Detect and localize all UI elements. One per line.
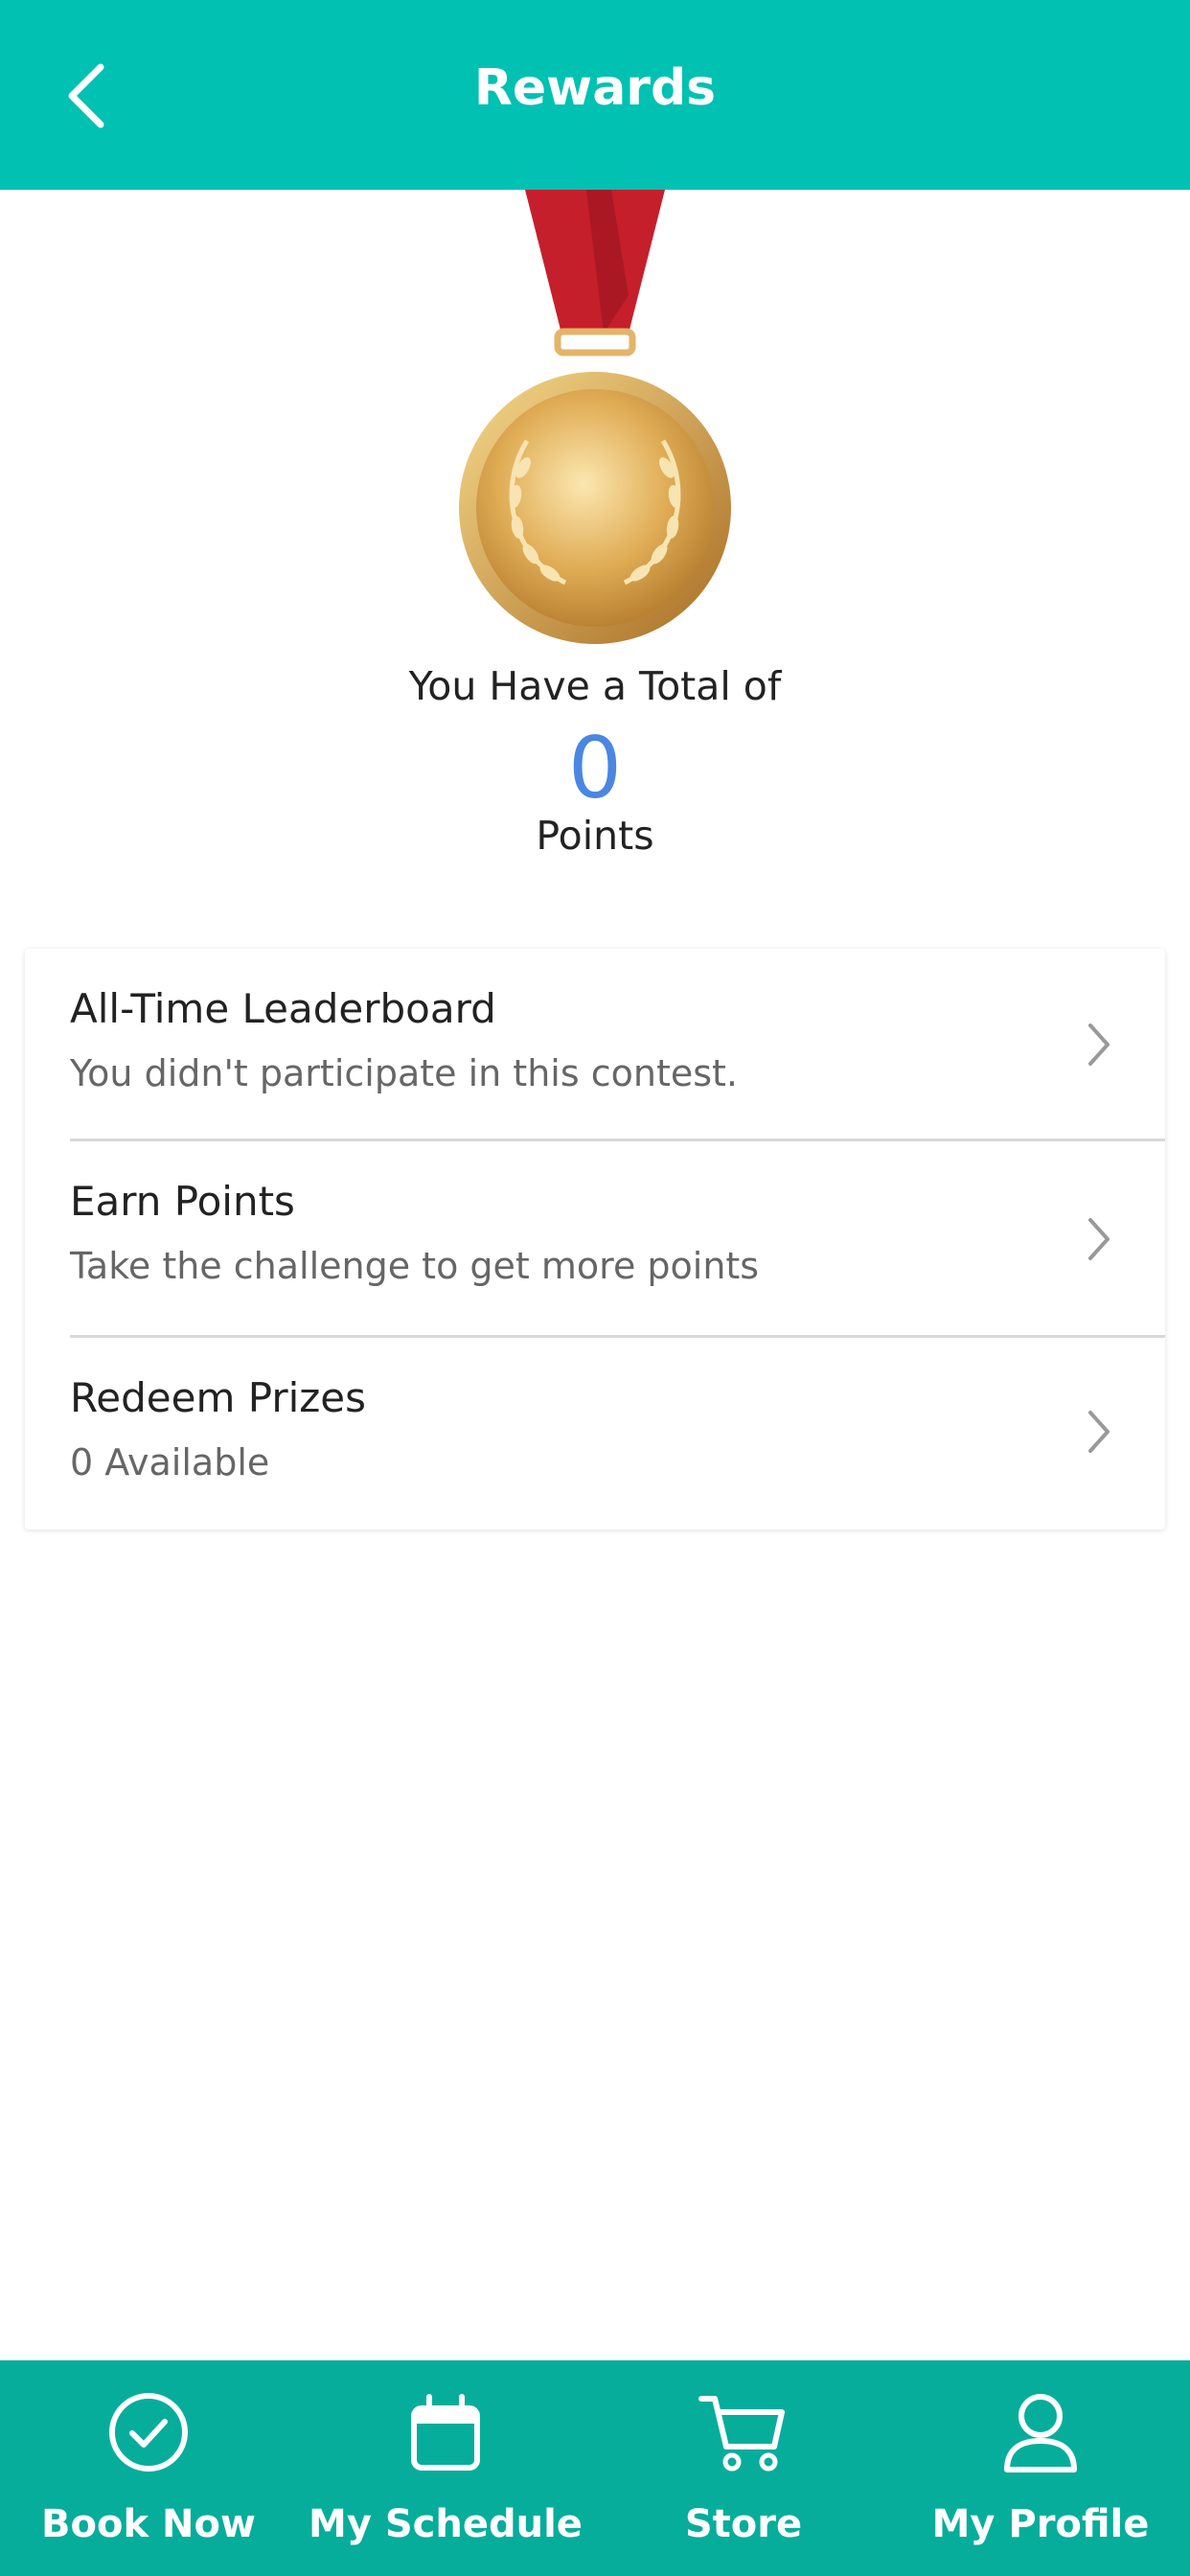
page-title: Rewards — [473, 59, 717, 117]
tab-book-now[interactable]: Book Now — [0, 2360, 297, 2576]
user-icon — [1004, 2394, 1077, 2472]
chevron-right-icon — [1088, 1411, 1110, 1453]
bottom-tab-bar: Book Now My Schedule Store My Profile — [0, 2360, 1190, 2576]
chevron-right-icon — [1088, 1024, 1110, 1066]
points-value: 0 — [568, 719, 622, 817]
redeem-prizes-subtitle: 0 Available — [70, 1441, 270, 1484]
tab-my-profile[interactable]: My Profile — [892, 2360, 1189, 2576]
cart-icon — [698, 2396, 785, 2472]
rewards-menu-card: All-Time Leaderboard You didn't particip… — [25, 949, 1165, 1530]
redeem-prizes-title: Redeem Prizes — [70, 1374, 367, 1421]
gold-medal-icon — [450, 190, 740, 650]
tab-store[interactable]: Store — [595, 2360, 892, 2576]
check-circle-icon — [109, 2393, 188, 2472]
tab-label: Store — [684, 2502, 803, 2546]
calendar-icon — [411, 2394, 480, 2471]
tab-label: My Schedule — [309, 2502, 583, 2546]
leaderboard-row[interactable]: All-Time Leaderboard You didn't particip… — [25, 949, 1165, 1140]
header-bar: Rewards — [0, 0, 1190, 190]
leaderboard-title: All-Time Leaderboard — [70, 985, 496, 1032]
tab-my-schedule[interactable]: My Schedule — [297, 2360, 594, 2576]
chevron-right-icon — [1088, 1218, 1110, 1260]
earn-points-row[interactable]: Earn Points Take the challenge to get mo… — [25, 1141, 1165, 1335]
total-label: You Have a Total of — [408, 663, 782, 709]
tab-label: Book Now — [41, 2502, 256, 2546]
leaderboard-subtitle: You didn't participate in this contest. — [70, 1052, 739, 1094]
earn-points-title: Earn Points — [70, 1178, 295, 1225]
tab-label: My Profile — [931, 2502, 1150, 2546]
points-label: Points — [536, 813, 654, 859]
redeem-prizes-row[interactable]: Redeem Prizes 0 Available — [25, 1338, 1165, 1530]
earn-points-subtitle: Take the challenge to get more points — [70, 1245, 760, 1287]
